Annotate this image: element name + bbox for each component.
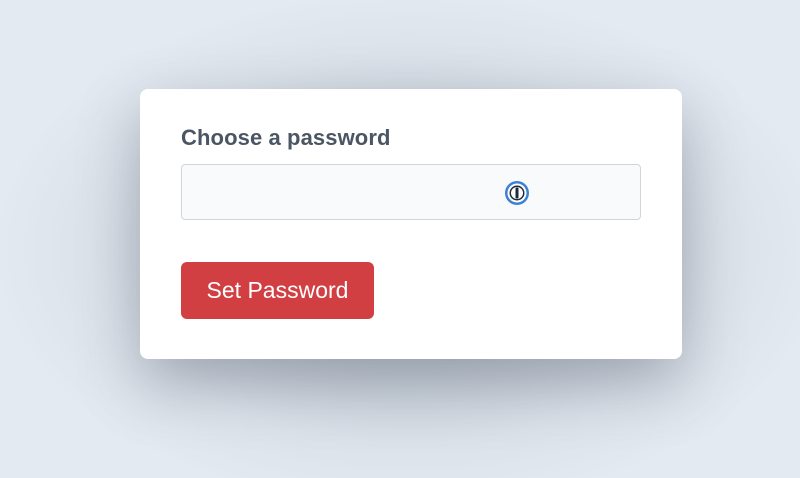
password-field-wrapper <box>181 164 641 220</box>
password-manager-icon[interactable] <box>504 180 530 206</box>
password-label: Choose a password <box>181 125 391 150</box>
password-card: Choose a password Set Password <box>140 89 682 359</box>
set-password-button[interactable]: Set Password <box>181 262 374 319</box>
password-input[interactable] <box>181 164 641 220</box>
